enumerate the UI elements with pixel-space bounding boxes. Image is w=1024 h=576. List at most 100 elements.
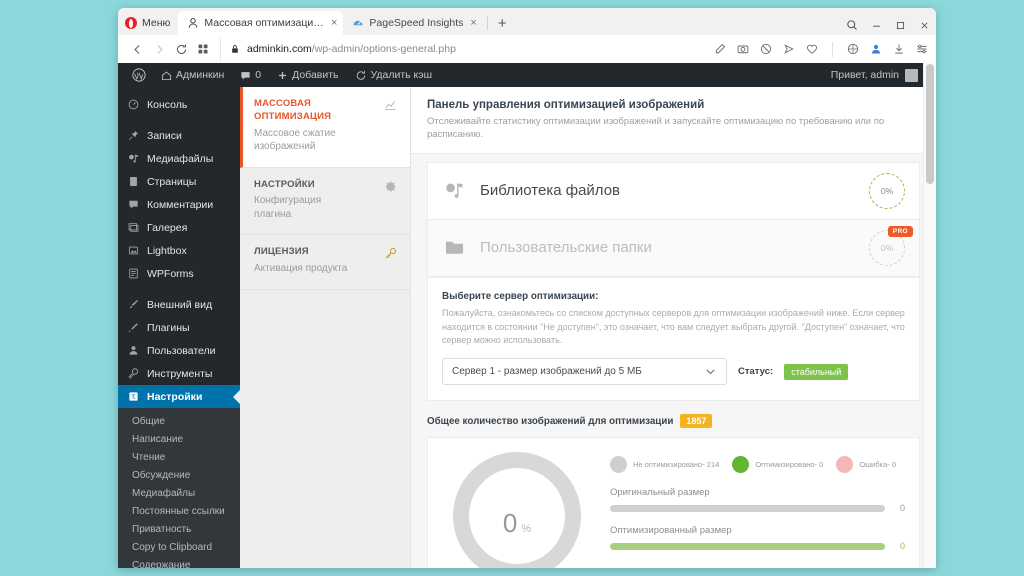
close-icon[interactable]: × (470, 17, 476, 29)
server-select[interactable]: Сервер 1 - размер изображений до 5 МБ (442, 358, 727, 386)
heart-icon[interactable] (806, 43, 818, 55)
sidebar-item-posts[interactable]: Записи (118, 124, 240, 147)
forms-icon (127, 268, 140, 279)
statistics-column: Не оптимизировано- 214 Оптимизировано- 0… (610, 452, 905, 568)
submenu-item-general[interactable]: Общие (118, 412, 240, 430)
plugin-page: МАССОВАЯ ОПТИМИЗАЦИЯ Массовое сжатие изо… (240, 87, 936, 568)
pro-badge: PRO (887, 225, 913, 237)
appearance-icon (127, 299, 140, 310)
minimize-icon[interactable] (871, 20, 882, 31)
browser-tab-active[interactable]: Массовая оптимизация … × (178, 11, 344, 35)
plugin-nav-settings[interactable]: НАСТРОЙКИ Конфигурация плагина (240, 168, 410, 236)
sidebar-item-settings[interactable]: Настройки (118, 385, 240, 408)
submenu-item-reading[interactable]: Чтение (118, 448, 240, 466)
source-tab-custom-folders[interactable]: Пользовательские папки 0% PRO (427, 218, 920, 277)
optimized-size-bar (610, 542, 885, 550)
sidebar-item-tools[interactable]: Инструменты (118, 362, 240, 385)
source-tab-media-library[interactable]: Библиотека файлов 0% (427, 161, 920, 219)
new-tab-button[interactable]: + (498, 16, 507, 31)
submenu-item-media[interactable]: Медиафайлы (118, 484, 240, 502)
total-images-count: 1857 (680, 414, 713, 429)
users-icon (127, 345, 140, 356)
opera-menu-button[interactable]: Меню (120, 13, 178, 33)
tab-strip: Меню Массовая оптимизация … × PageSpeed … (118, 8, 936, 35)
wordpress-icon[interactable] (125, 63, 153, 87)
legend-item-optimized: Оптимизировано- 0 (732, 456, 824, 474)
easy-setup-icon[interactable] (916, 43, 928, 55)
sidebar-item-appearance[interactable]: Внешний вид (118, 293, 240, 316)
server-panel: Выберите сервер оптимизации: Пожалуйста,… (427, 276, 920, 402)
profile-icon[interactable] (870, 43, 882, 55)
opera-logo-icon (125, 17, 137, 29)
sidebar-item-dashboard[interactable]: Консоль (118, 93, 240, 116)
site-name-menu[interactable]: Админкин (153, 63, 232, 87)
sidebar-item-label: Lightbox (147, 244, 187, 257)
sidebar-item-users[interactable]: Пользователи (118, 339, 240, 362)
tab-divider (486, 16, 488, 30)
maximize-icon[interactable] (895, 20, 906, 31)
comments-menu[interactable]: 0 (232, 63, 269, 87)
sidebar-item-label: Комментарии (147, 198, 214, 211)
browser-tab-pagespeed[interactable]: PageSpeed Insights × (343, 11, 482, 35)
lock-icon (232, 45, 238, 53)
submenu-item-privacy[interactable]: Приватность (118, 520, 240, 538)
chevron-down-icon (706, 369, 715, 375)
scrollbar-thumb[interactable] (926, 64, 934, 184)
sidebar-item-label: Галерея (147, 221, 188, 234)
submenu-item-permalinks[interactable]: Постоянные ссылки (118, 502, 240, 520)
chart-icon (384, 99, 397, 117)
server-select-value: Сервер 1 - размер изображений до 5 МБ (452, 366, 642, 378)
dashboard-icon (127, 99, 140, 110)
legend-label: Не оптимизировано- 214 (633, 460, 720, 470)
page-icon (127, 176, 140, 187)
submenu-item-writing[interactable]: Написание (118, 430, 240, 448)
page-scrollbar[interactable] (923, 63, 936, 568)
submenu-item-discussion[interactable]: Обсуждение (118, 466, 240, 484)
home-icon (161, 71, 172, 80)
submenu-item-content[interactable]: Содержание (118, 556, 240, 569)
sidebar-item-media[interactable]: Медиафайлы (118, 147, 240, 170)
plugin-nav-license[interactable]: ЛИЦЕНЗИЯ Активация продукта (240, 235, 410, 290)
account-menu[interactable]: Привет, admin (830, 68, 936, 82)
sidebar-item-pages[interactable]: Страницы (118, 170, 240, 193)
sidebar-item-label: Медиафайлы (147, 152, 214, 165)
new-content-menu[interactable]: Добавить (269, 63, 346, 87)
sidebar-item-plugins[interactable]: Плагины (118, 316, 240, 339)
cache-refresh-icon (356, 70, 365, 80)
vpn-icon[interactable] (847, 43, 859, 55)
legend-label: Оптимизировано- 0 (755, 460, 824, 470)
legend-item-not-optimized: Не оптимизировано- 214 (610, 456, 720, 474)
legend-item-error: Ошибка- 0 (836, 456, 896, 474)
close-icon[interactable] (919, 20, 930, 31)
adblock-icon[interactable] (760, 43, 772, 55)
reload-button[interactable] (170, 38, 192, 60)
camera-icon[interactable] (737, 43, 749, 55)
plugin-nav-subtitle: Конфигурация плагина (254, 195, 322, 220)
sidebar-item-comments[interactable]: Комментарии (118, 193, 240, 216)
downloads-icon[interactable] (893, 43, 905, 55)
user-icon (189, 18, 198, 28)
greeting-label: Привет, admin (830, 69, 899, 81)
plugin-nav-bulk-optimization[interactable]: МАССОВАЯ ОПТИМИЗАЦИЯ Массовое сжатие изо… (240, 87, 410, 168)
plugins-icon (127, 322, 140, 333)
tools-icon (127, 368, 140, 379)
edit-icon[interactable] (714, 43, 726, 55)
optimized-size-value: 0 (899, 541, 905, 552)
forward-button[interactable] (148, 38, 170, 60)
browser-window: Меню Массовая оптимизация … × PageSpeed … (118, 8, 936, 568)
search-icon[interactable] (846, 19, 858, 31)
sidebar-item-gallery[interactable]: Галерея (118, 216, 240, 239)
page-description: Отслеживайте статистику оптимизации изоб… (427, 116, 885, 141)
sidebar-item-wpforms[interactable]: WPForms (118, 262, 240, 285)
messenger-icon[interactable] (783, 43, 795, 55)
clear-cache-menu[interactable]: Удалить кэш (347, 63, 441, 87)
submenu-item-copy-to-clipboard[interactable]: Copy to Clipboard (118, 538, 240, 556)
sidebar-item-lightbox[interactable]: Lightbox (118, 239, 240, 262)
donut-center-unit: % (521, 523, 532, 536)
url-input[interactable]: adminkin.com/wp-admin/options-general.ph… (220, 38, 714, 60)
optimization-donut-chart: 0 % (453, 452, 581, 568)
close-icon[interactable]: × (331, 17, 337, 29)
back-button[interactable] (126, 38, 148, 60)
speed-dial-icon[interactable] (192, 38, 214, 60)
plugin-nav: МАССОВАЯ ОПТИМИЗАЦИЯ Массовое сжатие изо… (240, 87, 411, 568)
